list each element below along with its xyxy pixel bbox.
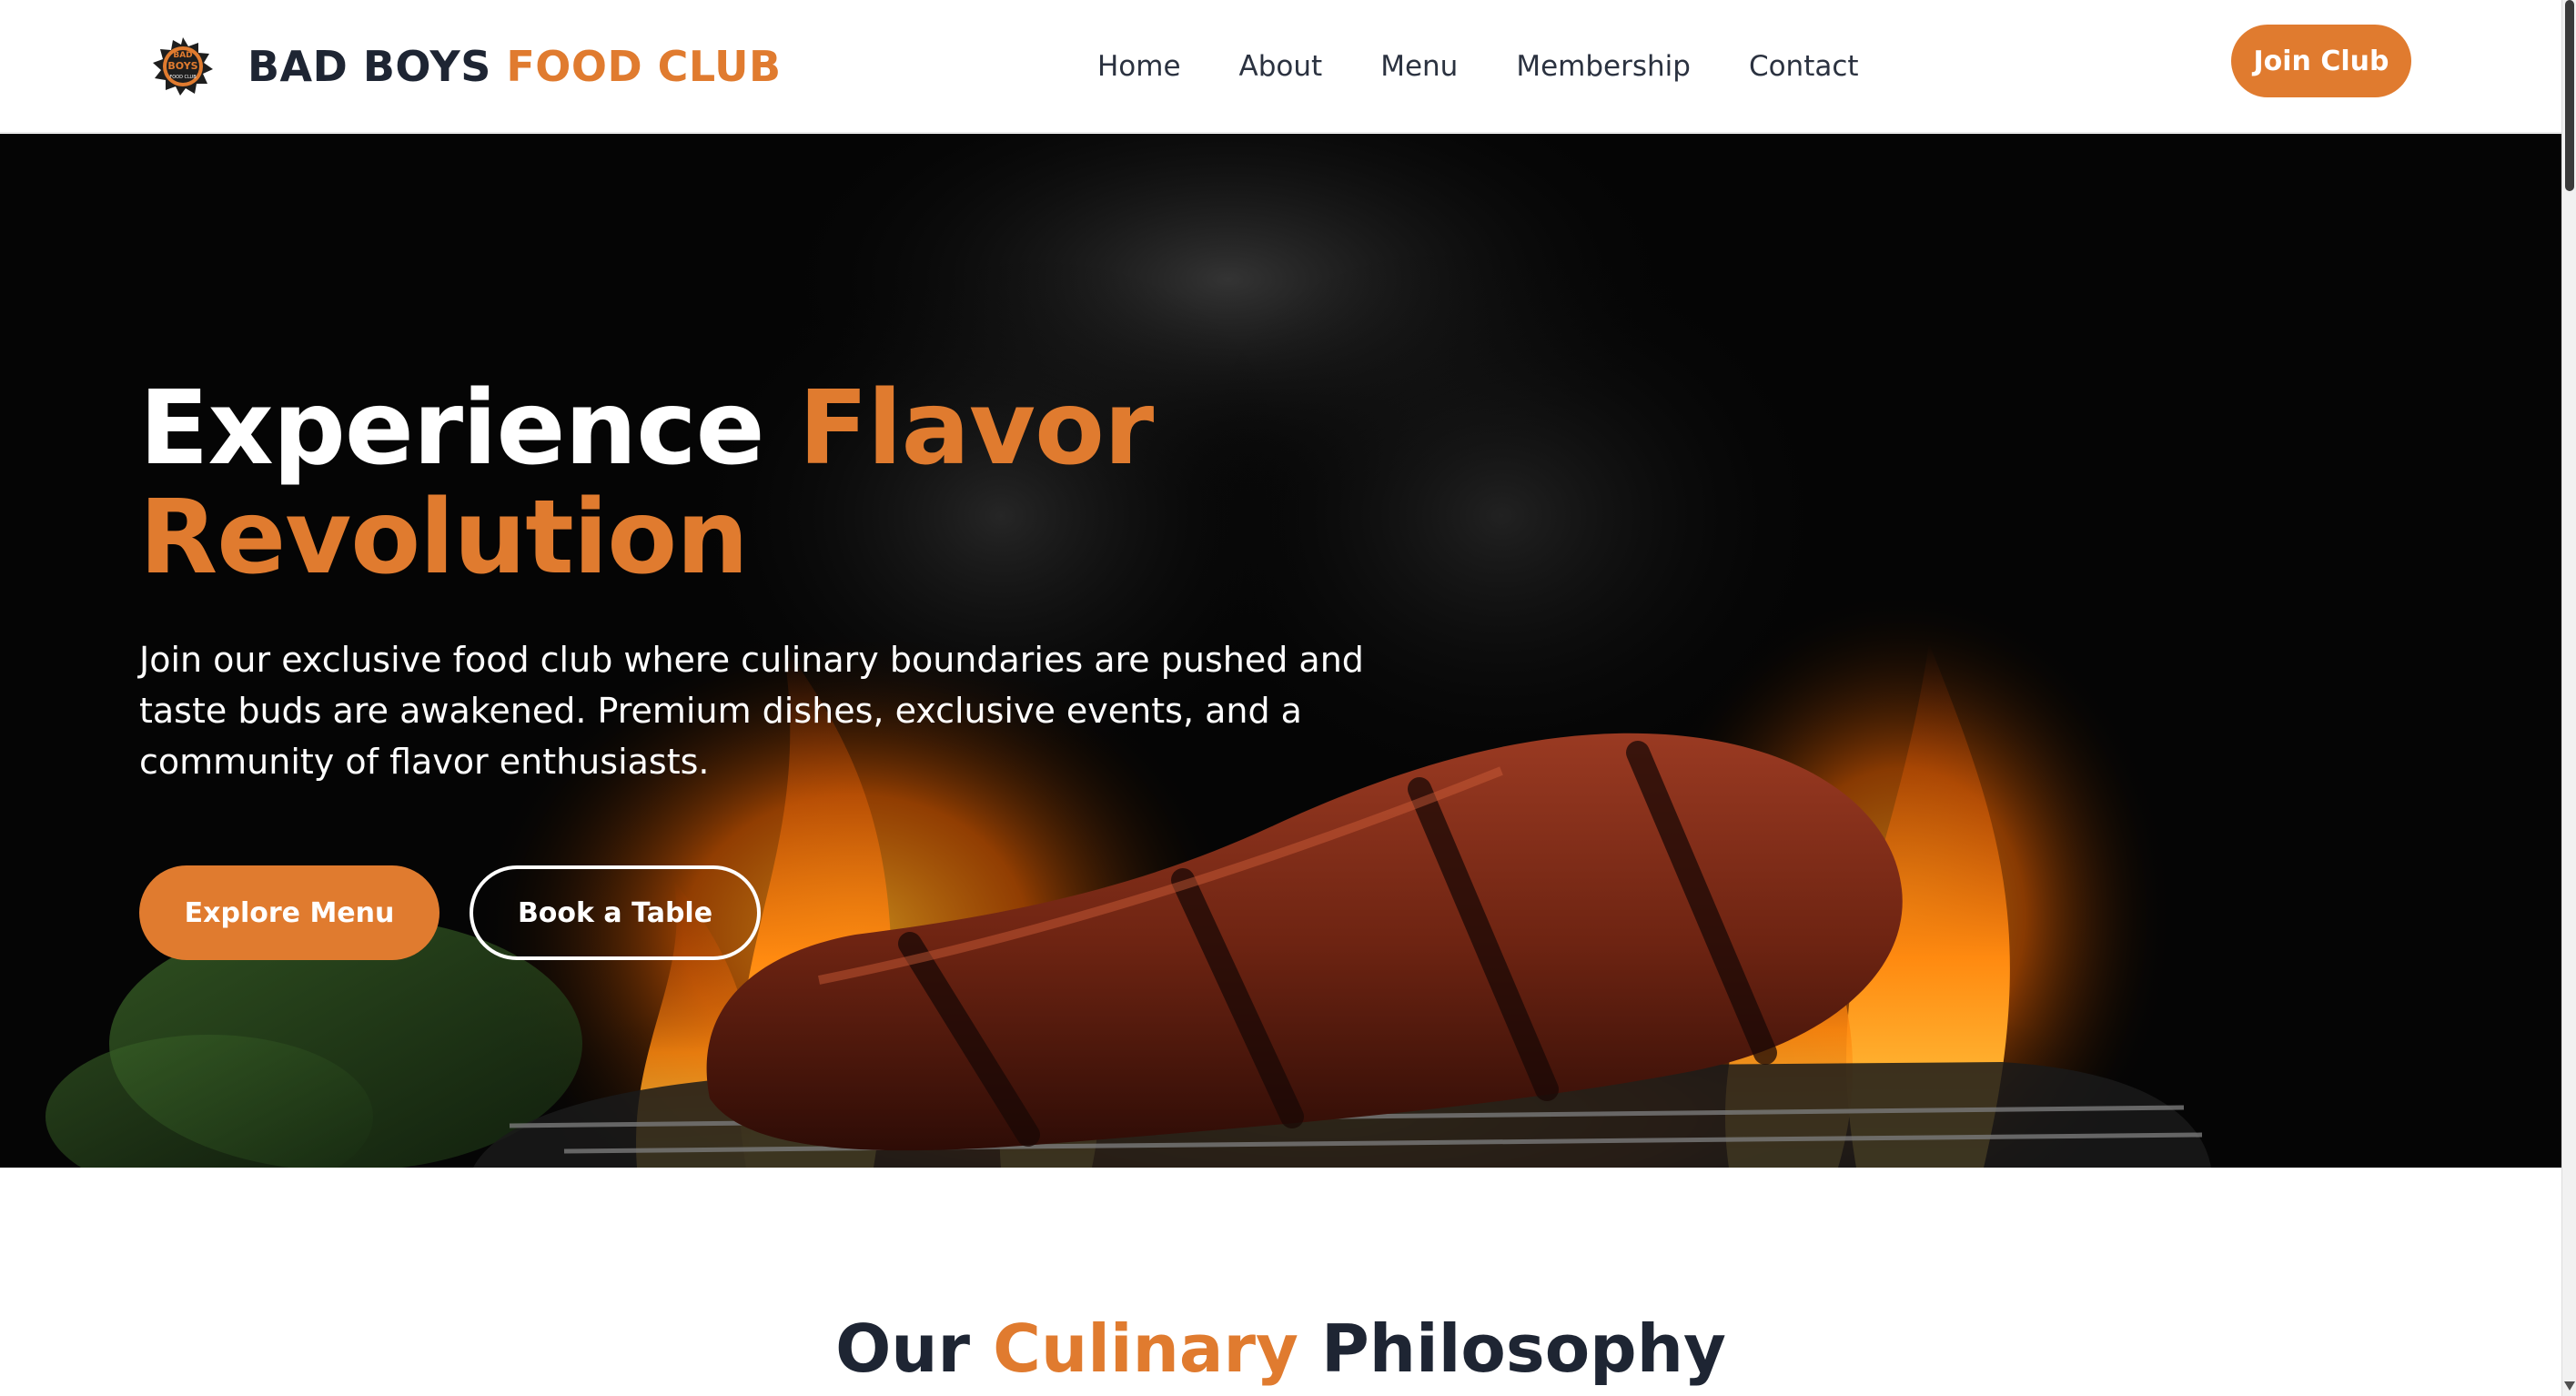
hero-section: Experience Flavor Revolution Join our ex… [0, 134, 2561, 1168]
hero-title-line1: Experience [139, 369, 765, 488]
philosophy-title-end: Philosophy [1320, 1310, 1726, 1387]
hero-title-accent2: Revolution [139, 479, 749, 597]
nav-link-about[interactable]: About [1239, 50, 1323, 83]
navbar: BAD BOYS FOOD CLUB BAD BOYS FOOD CLUB Ho… [0, 0, 2561, 133]
nav-link-membership[interactable]: Membership [1516, 50, 1691, 83]
nav-link-contact[interactable]: Contact [1749, 50, 1859, 83]
philosophy-title: Our Culinary Philosophy [0, 1310, 2561, 1387]
scrollbar-thumb[interactable] [2565, 0, 2574, 191]
brand[interactable]: BAD BOYS FOOD CLUB BAD BOYS FOOD CLUB [146, 25, 782, 107]
club-logo-icon: BAD BOYS FOOD CLUB [146, 35, 220, 97]
nav-link-home[interactable]: Home [1097, 50, 1181, 83]
brand-name-main: BAD BOYS [247, 42, 491, 91]
philosophy-title-accent: Culinary [993, 1310, 1298, 1387]
main-nav: Home About Menu Membership Contact [1097, 38, 1859, 95]
book-table-button[interactable]: Book a Table [470, 865, 761, 960]
hero-subtitle: Join our exclusive food club where culin… [139, 640, 1364, 782]
join-club-button[interactable]: Join Club [2231, 25, 2411, 97]
svg-text:BAD: BAD [173, 51, 192, 60]
brand-name: BAD BOYS FOOD CLUB [247, 42, 782, 91]
page-scrollbar[interactable] [2561, 0, 2576, 1396]
brand-name-accent: FOOD CLUB [506, 42, 782, 91]
svg-text:BOYS: BOYS [167, 60, 197, 72]
hero-title: Experience Flavor Revolution [139, 374, 1413, 592]
hero-buttons: Explore Menu Book a Table [139, 865, 1413, 960]
scroll-down-arrow-icon[interactable] [2564, 1381, 2575, 1391]
philosophy-title-start: Our [835, 1310, 971, 1387]
nav-link-menu[interactable]: Menu [1380, 50, 1458, 83]
hero-content: Experience Flavor Revolution Join our ex… [139, 374, 1413, 960]
svg-text:FOOD CLUB: FOOD CLUB [169, 75, 197, 80]
hero-title-accent1: Flavor [798, 369, 1155, 488]
explore-menu-button[interactable]: Explore Menu [139, 865, 439, 960]
